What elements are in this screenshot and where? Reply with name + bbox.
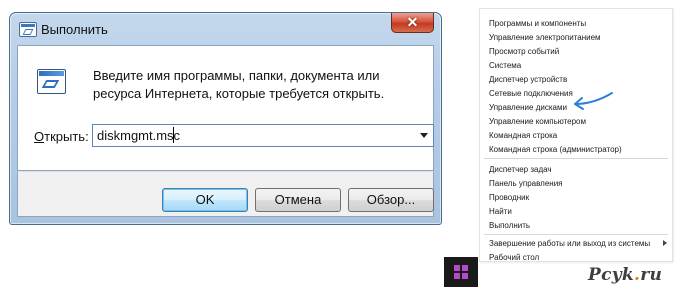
- menu-item-explorer[interactable]: Проводник: [489, 192, 529, 203]
- winx-context-menu: Программы и компоненты Управление электр…: [479, 8, 673, 262]
- menu-item-programs[interactable]: Программы и компоненты: [489, 18, 586, 29]
- site-watermark: Pcyk.ru: [588, 265, 663, 285]
- annotation-arrow-icon: [574, 92, 613, 110]
- titlebar[interactable]: Выполнить ✕: [10, 13, 441, 45]
- start-button[interactable]: [444, 257, 478, 287]
- open-label-text: ткрыть:: [44, 129, 89, 144]
- menu-item-control-panel[interactable]: Панель управления: [489, 178, 563, 189]
- menu-separator: [484, 234, 668, 235]
- menu-item-search[interactable]: Найти: [489, 206, 512, 217]
- open-input[interactable]: diskmgmt.msc: [97, 128, 180, 143]
- open-combobox[interactable]: diskmgmt.msc: [92, 124, 434, 147]
- run-app-icon: [19, 22, 37, 37]
- menu-item-disk-management[interactable]: Управление дисками: [489, 102, 567, 113]
- menu-item-power[interactable]: Управление электропитанием: [489, 32, 601, 43]
- menu-item-network[interactable]: Сетевые подключения: [489, 88, 573, 99]
- submenu-arrow-icon: [663, 240, 667, 246]
- close-button[interactable]: ✕: [391, 13, 434, 33]
- ok-button[interactable]: OK: [162, 188, 248, 212]
- dialog-body: Введите имя программы, папки, документа …: [17, 45, 434, 171]
- cancel-button[interactable]: Отмена: [255, 188, 341, 212]
- menu-item-cmd[interactable]: Командная строка: [489, 130, 557, 141]
- menu-item-task-manager[interactable]: Диспетчер задач: [489, 164, 552, 175]
- dialog-title: Выполнить: [41, 22, 108, 37]
- open-label: Открыть:: [34, 129, 89, 144]
- menu-separator: [484, 158, 668, 159]
- close-icon: ✕: [406, 14, 419, 30]
- menu-item-run[interactable]: Выполнить: [489, 220, 530, 231]
- run-dialog: Выполнить ✕ Введите имя программы, папки…: [9, 12, 442, 225]
- menu-item-device-manager[interactable]: Диспетчер устройств: [489, 74, 567, 85]
- menu-item-shutdown[interactable]: Завершение работы или выход из системы: [489, 238, 650, 249]
- dropdown-arrow-icon[interactable]: [415, 126, 432, 145]
- run-program-icon: [37, 69, 66, 94]
- menu-item-cmd-admin[interactable]: Командная строка (администратор): [489, 144, 622, 155]
- menu-item-desktop[interactable]: Рабочий стол: [489, 252, 539, 263]
- menu-item-event-viewer[interactable]: Просмотр событий: [489, 46, 559, 57]
- dialog-footer: OK Отмена Обзор...: [17, 171, 434, 217]
- browse-button[interactable]: Обзор...: [348, 188, 434, 212]
- menu-item-system[interactable]: Система: [489, 60, 521, 71]
- menu-item-computer-management[interactable]: Управление компьютером: [489, 116, 586, 127]
- text-caret: [173, 127, 174, 143]
- windows-logo-icon: [454, 265, 468, 279]
- dialog-description: Введите имя программы, папки, документа …: [93, 68, 385, 101]
- open-label-accelerator: О: [34, 129, 45, 144]
